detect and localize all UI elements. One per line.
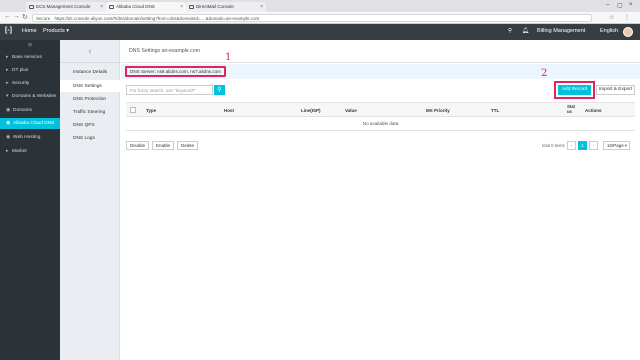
per-page-select[interactable]: 10/Page ▾: [603, 141, 630, 150]
breadcrumb: DNS Settings an-example.com: [129, 48, 200, 54]
annotation-number-1: 1: [225, 52, 232, 63]
sidebar-item-base-services[interactable]: ▸ Base services: [0, 52, 60, 63]
home-link[interactable]: Home: [22, 28, 37, 34]
total-items: total 0 items: [542, 143, 565, 148]
console-top-nav: [-] Home Products ▾ ⚲ 🔔︎ Billing Managem…: [0, 24, 640, 40]
tab-label: DirectMail Console: [196, 4, 234, 9]
sub-item-dns-protection[interactable]: DNS Protection: [60, 93, 120, 105]
sidebar-item-security[interactable]: ▸ Security: [0, 78, 60, 89]
close-tab-icon[interactable]: ×: [180, 4, 183, 10]
sidebar-item-domains[interactable]: ◉ Domains: [0, 105, 60, 116]
sidebar-item-domains-websites[interactable]: ▾ Domains & Websites: [0, 91, 60, 102]
reload-icon[interactable]: ↻: [22, 13, 28, 21]
next-page-icon[interactable]: ›: [589, 141, 598, 150]
sidebar-item-label: Market: [12, 149, 27, 154]
url-field[interactable]: Secure https://dc.console.aliyun.com/#/d…: [32, 14, 592, 22]
bell-icon[interactable]: 🔔︎: [522, 28, 529, 34]
search-icon[interactable]: ⚲: [214, 85, 225, 95]
close-tab-icon[interactable]: ×: [100, 4, 103, 10]
browser-tab-dns[interactable]: Alibaba Cloud DNS ×: [106, 2, 186, 12]
sub-item-dns-settings[interactable]: DNS Settings: [60, 80, 120, 92]
divider: [121, 62, 640, 63]
select-all-checkbox[interactable]: [130, 107, 136, 113]
sidebar-item-label: Base services: [12, 55, 42, 60]
divider: [60, 62, 120, 63]
sidebar-toggle-icon[interactable]: ⊞: [0, 42, 60, 48]
tab-label: Alibaba Cloud DNS: [116, 4, 155, 9]
dns-server-info: DNS Server: ns9.alidns.com, ns7.alidns.c…: [125, 66, 226, 77]
maximize-icon[interactable]: ▢: [617, 2, 623, 9]
column-header-line[interactable]: Line(ISP): [301, 108, 321, 113]
add-record-highlight: Add Record: [554, 81, 595, 99]
sub-item-dns-qps[interactable]: DNS QPS: [60, 119, 120, 131]
browser-tab-directmail[interactable]: DirectMail Console ×: [186, 2, 266, 12]
sidebar-item-dtplus[interactable]: ▸ DT plus: [0, 65, 60, 76]
sidebar-item-label: Domains: [13, 108, 32, 113]
hosting-icon: ◉: [6, 135, 11, 140]
products-menu[interactable]: Products ▾: [43, 28, 69, 34]
dns-icon: ◉: [6, 121, 11, 126]
back-arrow-icon[interactable]: ‹: [60, 46, 120, 57]
table-header: Type Host Line(ISP) Value MX Priority TT…: [126, 102, 635, 117]
browser-tab-ecs[interactable]: ECS Management Console ×: [26, 2, 106, 12]
per-page-value: 10/Page: [607, 143, 624, 148]
minimize-icon[interactable]: –: [606, 2, 609, 8]
sidebar-item-web-hosting[interactable]: ◉ Web Hosting: [0, 132, 60, 143]
dns-server-banner: DNS Server: ns9.alidns.com, ns7.alidns.c…: [121, 64, 640, 79]
tab-label: ECS Management Console: [36, 4, 91, 9]
column-header-value[interactable]: Value: [345, 108, 357, 113]
enable-button[interactable]: Enable: [152, 141, 174, 150]
disable-button[interactable]: Disable: [126, 141, 149, 150]
browser-tab-bar: ECS Management Console × Alibaba Cloud D…: [0, 0, 640, 12]
sidebar-item-label: Security: [12, 81, 30, 86]
sidebar-item-alibaba-cloud-dns[interactable]: ◉ Alibaba Cloud DNS: [0, 118, 60, 129]
annotation-number-2: 2: [541, 68, 548, 79]
column-header-actions: Actions: [585, 108, 602, 113]
console-logo[interactable]: [-]: [5, 27, 12, 34]
import-export-button[interactable]: Import & Export: [596, 85, 635, 95]
address-bar-row: ← → ↻ Secure https://dc.console.aliyun.c…: [0, 12, 640, 24]
main-content: DNS Settings an-example.com DNS Server: …: [121, 40, 640, 360]
billing-management-link[interactable]: Billing Management: [537, 28, 585, 34]
search-icon[interactable]: ⚲: [508, 28, 512, 34]
sidebar-item-label: DT plus: [12, 68, 29, 73]
browser-menu-icon[interactable]: ☆ ⋮: [609, 14, 634, 21]
sidebar-item-label: Alibaba Cloud DNS: [13, 121, 55, 126]
language-selector[interactable]: English: [600, 28, 618, 34]
tab-favicon-icon: [189, 5, 194, 9]
sidebar-item-label: Domains & Websites: [12, 94, 57, 99]
sub-item-dns-logs[interactable]: DNS Logs: [60, 132, 120, 144]
url-text: https://dc.console.aliyun.com/#/dns/doma…: [54, 16, 260, 21]
prev-page-icon[interactable]: ‹: [567, 141, 576, 150]
dns-sub-sidebar: ‹ Instance Details DNS Settings DNS Prot…: [60, 40, 120, 360]
avatar[interactable]: [623, 27, 633, 37]
back-icon[interactable]: ←: [4, 13, 11, 20]
column-header-mx-priority[interactable]: MX Priority: [426, 108, 450, 113]
column-header-status[interactable]: Stat us: [567, 104, 576, 114]
column-header-type[interactable]: Type: [146, 108, 156, 113]
tab-favicon-icon: [29, 5, 34, 9]
tab-favicon-icon: [109, 5, 114, 9]
sidebar-item-label: Web Hosting: [13, 135, 41, 140]
page-number-current[interactable]: 1: [578, 141, 587, 150]
globe-icon: ◉: [6, 108, 11, 113]
column-header-host[interactable]: Host: [224, 108, 234, 113]
sub-item-instance-details[interactable]: Instance Details: [60, 66, 120, 78]
secure-label: Secure: [36, 16, 51, 21]
delete-button[interactable]: Delete: [177, 141, 198, 150]
sidebar-item-market[interactable]: ▸ Market: [0, 146, 60, 157]
main-sidebar: ⊞ ▸ Base services ▸ DT plus ▸ Security ▾ Dom…: [0, 40, 60, 360]
close-window-icon[interactable]: ×: [629, 2, 633, 8]
column-header-ttl[interactable]: TTL: [491, 108, 499, 113]
chevron-down-icon: ▾: [624, 143, 627, 148]
sub-item-traffic-steering[interactable]: Traffic Steering: [60, 106, 120, 118]
close-tab-icon[interactable]: ×: [260, 4, 263, 10]
forward-icon[interactable]: →: [13, 13, 20, 20]
add-record-button[interactable]: Add Record: [558, 85, 591, 95]
empty-state: No available data: [126, 117, 635, 131]
search-input[interactable]: For fuzzy search, use "keyword*": [126, 85, 213, 95]
